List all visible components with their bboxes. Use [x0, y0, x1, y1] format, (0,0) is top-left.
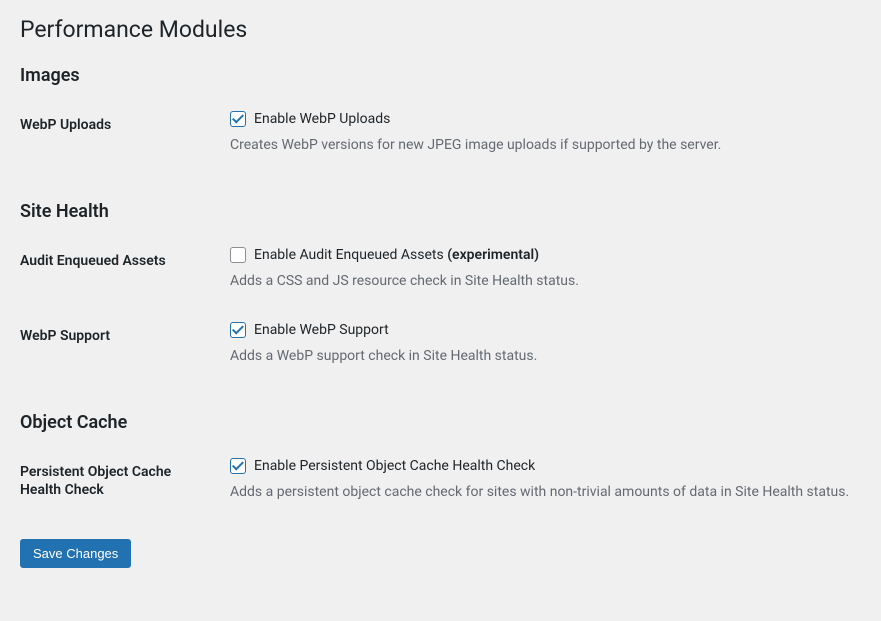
- checkbox-webp-uploads[interactable]: [230, 111, 246, 127]
- form-table-site-health: Audit Enqueued Assets Enable Audit Enque…: [20, 232, 861, 382]
- checkbox-persistent-cache[interactable]: [230, 458, 246, 474]
- section-heading-site-health: Site Health: [20, 201, 861, 222]
- checkbox-webp-support[interactable]: [230, 322, 246, 338]
- save-changes-button[interactable]: Save Changes: [20, 539, 131, 568]
- description-webp-uploads: Creates WebP versions for new JPEG image…: [230, 135, 851, 156]
- description-persistent-cache: Adds a persistent object cache check for…: [230, 482, 851, 503]
- form-table-object-cache: Persistent Object Cache Health Check Ena…: [20, 443, 861, 519]
- checkbox-label-webp-uploads: Enable WebP Uploads: [254, 111, 390, 127]
- checkbox-label-webp-support: Enable WebP Support: [254, 322, 389, 338]
- page-title: Performance Modules: [20, 10, 861, 45]
- checkbox-label-text-audit-enqueued: Enable Audit Enqueued Assets: [254, 247, 447, 263]
- row-label-persistent-cache: Persistent Object Cache Health Check: [20, 443, 220, 519]
- form-table-images: WebP Uploads Enable WebP Uploads Creates…: [20, 96, 861, 171]
- description-webp-support: Adds a WebP support check in Site Health…: [230, 346, 851, 367]
- section-heading-images: Images: [20, 65, 861, 86]
- section-heading-object-cache: Object Cache: [20, 412, 861, 433]
- checkbox-audit-enqueued[interactable]: [230, 247, 246, 263]
- row-label-audit-enqueued: Audit Enqueued Assets: [20, 232, 220, 307]
- checkbox-label-audit-enqueued: Enable Audit Enqueued Assets (experiment…: [254, 247, 539, 263]
- description-audit-enqueued: Adds a CSS and JS resource check in Site…: [230, 271, 851, 292]
- experimental-tag: (experimental): [447, 247, 539, 263]
- row-label-webp-uploads: WebP Uploads: [20, 96, 220, 171]
- checkbox-label-persistent-cache: Enable Persistent Object Cache Health Ch…: [254, 458, 535, 474]
- row-label-webp-support: WebP Support: [20, 307, 220, 382]
